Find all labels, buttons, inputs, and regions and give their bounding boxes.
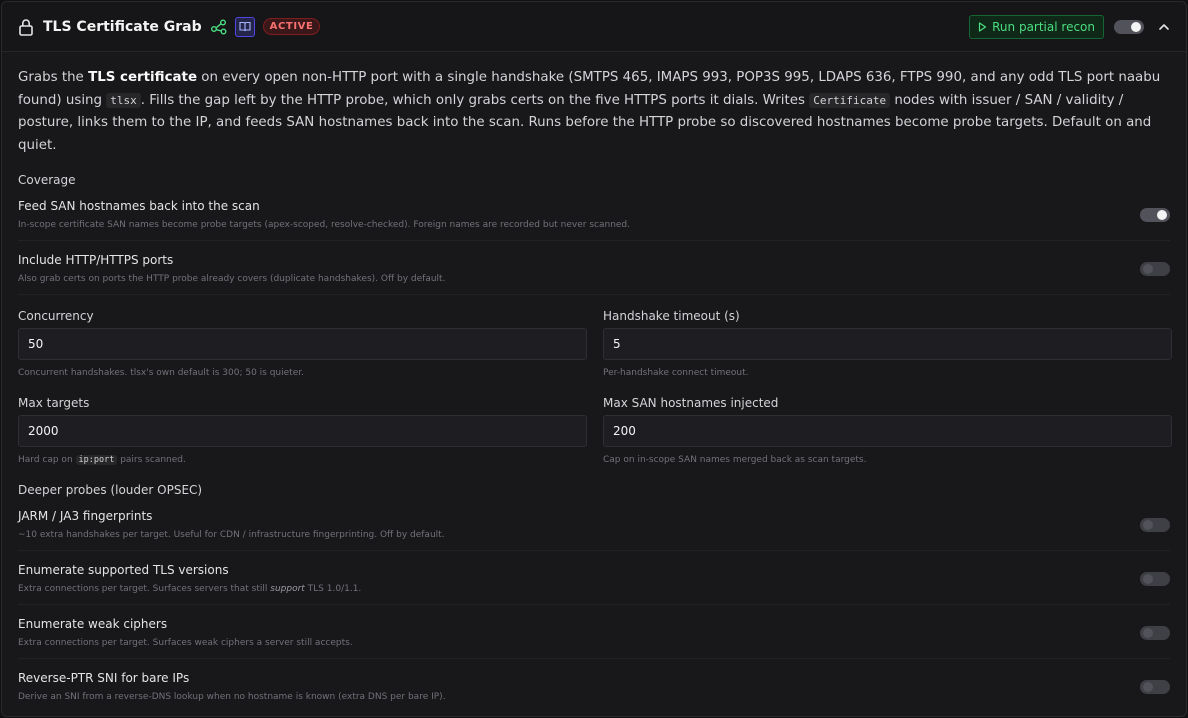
tls-certificate-grab-card: TLS Certificate Grab ACTIVE Run partial … [1, 1, 1187, 717]
feed-san-label: Feed SAN hostnames back into the scan [18, 199, 260, 214]
tls-versions-label: Enumerate supported TLS versions [18, 563, 229, 578]
feed-san-toggle[interactable] [1140, 207, 1170, 222]
feed-san-row: Feed SAN hostnames back into the scan In… [18, 187, 1170, 242]
timeout-input[interactable]: 5 [603, 328, 1172, 361]
jarm-help: ~10 extra handshakes per target. Useful … [18, 530, 445, 541]
max-targets-help: Hard cap on ip:port pairs scanned. [18, 455, 587, 467]
max-san-label: Max SAN hostnames injected [603, 396, 779, 411]
jarm-label: JARM / JA3 fingerprints [18, 509, 153, 524]
lock-icon [18, 18, 34, 36]
reverse-ptr-help: Derive an SNI from a reverse-DNS lookup … [18, 692, 446, 703]
help-text: pairs scanned. [117, 455, 186, 466]
help-text: TLS 1.0/1.1. [304, 584, 362, 595]
max-targets-label: Max targets [18, 396, 90, 411]
play-icon [978, 21, 987, 32]
toggle-knob [1131, 21, 1141, 32]
help-text: Extra connections per target. Surfaces s… [18, 584, 271, 595]
timeout-field: Handshake timeout (s) 5 Per-handshake co… [603, 309, 1172, 380]
tls-versions-toggle[interactable] [1140, 571, 1170, 586]
feed-san-help: In-scope certificate SAN names become pr… [18, 220, 631, 231]
graph-icon[interactable] [210, 18, 228, 36]
run-partial-recon-button[interactable]: Run partial recon [969, 14, 1104, 39]
description-text: . Fills the gap left by the HTTP probe, … [140, 92, 810, 108]
help-emphasis: support [270, 584, 305, 595]
jarm-toggle[interactable] [1140, 517, 1170, 532]
include-http-row: Include HTTP/HTTPS ports Also grab certs… [18, 241, 1170, 296]
help-code: ip:port [75, 455, 118, 466]
description-code: tlsx [106, 92, 141, 108]
max-san-help: Cap on in-scope SAN names merged back as… [603, 455, 867, 466]
card-title: TLS Certificate Grab [43, 18, 202, 35]
max-san-input[interactable]: 200 [603, 415, 1172, 448]
card-header: TLS Certificate Grab ACTIVE Run partial … [2, 2, 1186, 52]
description-text: Grabs the [18, 70, 89, 85]
concurrency-help: Concurrent handshakes. tlsx's own defaul… [18, 368, 304, 379]
weak-ciphers-toggle[interactable] [1140, 625, 1170, 640]
reverse-ptr-label: Reverse-PTR SNI for bare IPs [18, 671, 190, 686]
settings-grid: Concurrency 50 Concurrent handshakes. tl… [18, 309, 1172, 483]
module-description: Grabs the TLS certificate on every open … [18, 67, 1170, 157]
coverage-section-title: Coverage [18, 173, 76, 188]
deeper-section-title: Deeper probes (louder OPSEC) [18, 483, 203, 498]
status-badge: ACTIVE [262, 18, 321, 35]
include-http-label: Include HTTP/HTTPS ports [18, 253, 174, 268]
toggle-knob [1143, 573, 1153, 584]
toggle-knob [1143, 263, 1153, 274]
include-http-toggle[interactable] [1140, 261, 1170, 276]
toggle-knob [1143, 627, 1153, 638]
reverse-ptr-row: Reverse-PTR SNI for bare IPs Derive an S… [18, 659, 1170, 712]
card-body: Grabs the TLS certificate on every open … [2, 67, 1186, 712]
timeout-label: Handshake timeout (s) [603, 309, 740, 324]
tls-versions-help: Extra connections per target. Surfaces s… [18, 584, 361, 594]
weak-ciphers-label: Enumerate weak ciphers [18, 617, 168, 632]
concurrency-field: Concurrency 50 Concurrent handshakes. tl… [18, 309, 587, 380]
chevron-up-icon[interactable] [1158, 21, 1170, 33]
description-bold: TLS certificate [88, 70, 198, 85]
run-partial-recon-label: Run partial recon [992, 19, 1095, 34]
max-targets-input[interactable]: 2000 [18, 415, 587, 448]
book-icon[interactable] [234, 16, 255, 37]
toggle-knob [1157, 209, 1167, 220]
weak-ciphers-help: Extra connections per target. Surfaces w… [18, 638, 353, 649]
toggle-knob [1143, 519, 1153, 530]
weak-ciphers-row: Enumerate weak ciphers Extra connections… [18, 605, 1170, 660]
description-code: Certificate [809, 92, 891, 108]
max-targets-field: Max targets 2000 Hard cap on ip:port pai… [18, 396, 587, 467]
tls-versions-row: Enumerate supported TLS versions Extra c… [18, 551, 1170, 606]
concurrency-input[interactable]: 50 [18, 328, 587, 361]
module-enabled-toggle[interactable] [1114, 19, 1144, 34]
max-san-field: Max SAN hostnames injected 200 Cap on in… [603, 396, 1172, 467]
reverse-ptr-toggle[interactable] [1140, 679, 1170, 694]
help-text: Hard cap on [18, 455, 76, 466]
jarm-row: JARM / JA3 fingerprints ~10 extra handsh… [18, 497, 1170, 552]
toggle-knob [1143, 681, 1153, 692]
concurrency-label: Concurrency [18, 309, 94, 324]
include-http-help: Also grab certs on ports the HTTP probe … [18, 274, 446, 285]
timeout-help: Per-handshake connect timeout. [603, 368, 749, 379]
